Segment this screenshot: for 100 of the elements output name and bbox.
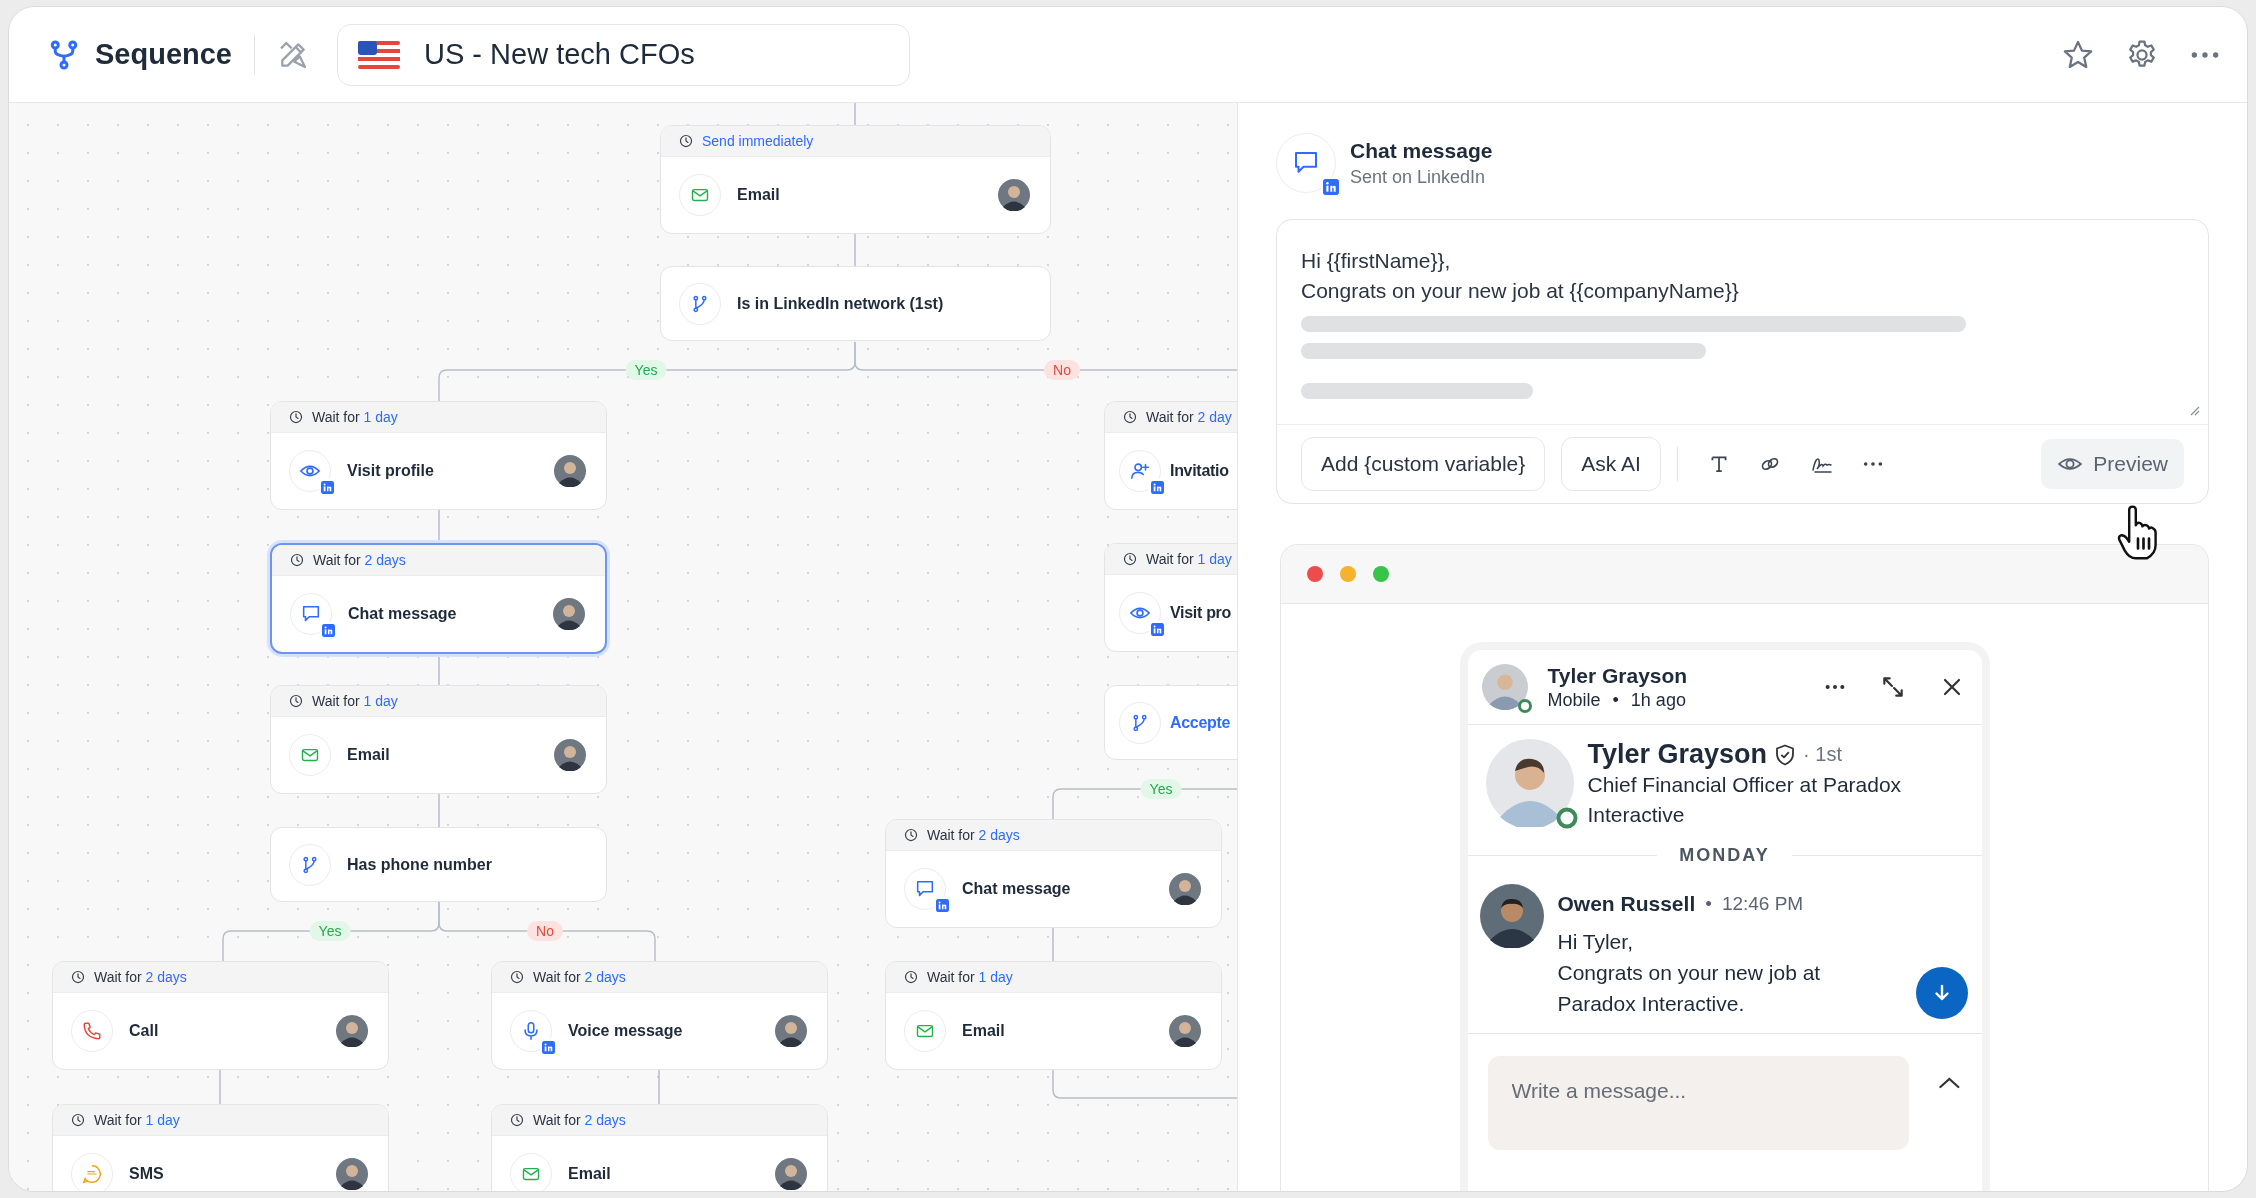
clock-icon	[904, 828, 918, 842]
avatar	[775, 1015, 807, 1047]
step-title: Chat message	[1350, 138, 1493, 163]
connection-degree: · 1st	[1803, 743, 1842, 766]
sequence-name-field[interactable]: US - New tech CFOs	[337, 23, 910, 86]
wait-text: Wait for 1 day	[94, 1112, 180, 1128]
step-card[interactable]: Is in LinkedIn network (1st)	[660, 266, 1051, 341]
clock-icon	[289, 410, 303, 424]
avatar	[1479, 884, 1544, 948]
avatar	[998, 179, 1030, 211]
connector-line	[438, 792, 440, 828]
branch-label: Yes	[1140, 779, 1182, 799]
clock-icon	[289, 694, 303, 708]
step-title: Email	[568, 1165, 612, 1183]
clock-icon	[510, 970, 524, 984]
more-icon[interactable]	[1823, 683, 1846, 691]
avatar	[554, 739, 586, 771]
step-title: Chat message	[348, 605, 458, 623]
wait-text: Wait for 1 day	[312, 409, 398, 425]
separator-dot: •	[1612, 689, 1619, 711]
step-title: Voice message	[568, 1022, 684, 1040]
step-card[interactable]: Wait for 1 day Email	[270, 685, 607, 794]
wait-text: Wait for 1 day	[1146, 551, 1232, 567]
toolbar-button[interactable]: Ask AI	[1561, 437, 1661, 491]
step-title: Email	[737, 186, 781, 204]
message-time: 12:46 PM	[1721, 893, 1804, 915]
avatar	[1169, 1015, 1201, 1047]
avatar	[336, 1158, 368, 1190]
flag-icon	[358, 40, 400, 69]
contact-name[interactable]: Tyler Grayson	[1547, 663, 1688, 688]
wait-text: Wait for 1 day	[927, 969, 1013, 985]
sender-name[interactable]: Owen Russell	[1557, 892, 1696, 916]
clock-icon	[1123, 410, 1137, 424]
resize-grip-icon[interactable]	[2188, 404, 2200, 416]
branch-label: No	[1044, 360, 1080, 380]
step-title: Call	[129, 1022, 160, 1040]
step-title: Email	[962, 1022, 1006, 1040]
step-card[interactable]: Wait for 2 days Voice message	[491, 961, 828, 1070]
step-title: Invitatio	[1170, 462, 1229, 480]
step-card[interactable]: Has phone number	[270, 827, 607, 902]
clock-icon	[71, 970, 85, 984]
step-card[interactable]: Accepte	[1104, 685, 1237, 760]
message-line[interactable]: Hi {{firstName}},	[1301, 246, 2184, 276]
step-card[interactable]: Wait for 1 day Visit pro	[1104, 543, 1237, 652]
message-line: Paradox Interactive.	[1557, 991, 1746, 1017]
branch-label: No	[527, 921, 563, 941]
wait-text: Wait for 2 days	[927, 827, 1020, 843]
clock-icon	[71, 1113, 85, 1127]
step-subtitle: Sent on LinkedIn	[1350, 166, 1487, 188]
message-line[interactable]: Congrats on your new job at {{companyName}}	[1301, 276, 2184, 306]
avatar	[775, 1158, 807, 1190]
separator-dot: •	[1705, 893, 1712, 915]
clock-icon	[510, 1113, 524, 1127]
wait-text: Wait for 2 days	[533, 969, 626, 985]
preview-button[interactable]: Preview	[2041, 439, 2184, 489]
step-card[interactable]: Wait for 2 days Chat message	[270, 543, 607, 654]
message-line: Congrats on your new job at	[1557, 960, 1821, 986]
toolbar-button[interactable]: Add {custom variable}	[1301, 437, 1546, 491]
connector-line	[658, 1068, 660, 1105]
connector-line	[854, 232, 856, 267]
step-card[interactable]: Wait for 2 days Email	[491, 1104, 828, 1191]
chevron-up-icon[interactable]	[1936, 1076, 1962, 1090]
avatar	[553, 598, 585, 630]
step-card[interactable]: Wait for 1 day SMS	[52, 1104, 389, 1191]
step-title: Email	[347, 746, 391, 764]
clock-icon	[1123, 552, 1137, 566]
connector-line	[219, 1068, 221, 1105]
branch-label: Yes	[309, 921, 351, 941]
last-seen: 1h ago	[1630, 689, 1686, 711]
step-card[interactable]: Send immediately Email	[660, 125, 1051, 234]
step-title: Accepte	[1170, 713, 1231, 732]
avatar	[336, 1015, 368, 1047]
scroll-down-button[interactable]	[1915, 967, 1968, 1019]
wait-text: Wait for 1 day	[312, 693, 398, 709]
step-card[interactable]: Wait for 2 days Chat message	[885, 819, 1222, 928]
sequence-logo-icon	[49, 39, 79, 70]
avatar	[1481, 664, 1528, 710]
step-title: Chat message	[962, 880, 1072, 898]
more-icon[interactable]	[1861, 460, 1884, 468]
step-card[interactable]: Wait for 2 day Invitatio	[1104, 401, 1237, 510]
profile-name[interactable]: Tyler Grayson	[1587, 739, 1768, 770]
clock-icon	[679, 134, 693, 148]
step-card[interactable]: Wait for 2 days Call	[52, 961, 389, 1070]
avatar	[554, 455, 586, 487]
branch-label: Yes	[625, 360, 667, 380]
avatar	[1169, 873, 1201, 905]
step-card[interactable]: Wait for 1 day Visit profile	[270, 401, 607, 510]
step-card[interactable]: Wait for 1 day Email	[885, 961, 1222, 1070]
step-title: Visit profile	[347, 462, 435, 480]
step-title: SMS	[129, 1165, 165, 1183]
step-title: Is in LinkedIn network (1st)	[737, 294, 945, 313]
wait-text: Wait for 2 days	[533, 1112, 626, 1128]
step-title: Has phone number	[347, 855, 493, 874]
wait-text: Wait for 2 days	[313, 552, 406, 568]
clock-icon	[290, 553, 304, 567]
wait-text: Send immediately	[702, 133, 814, 149]
clock-icon	[904, 970, 918, 984]
message-input[interactable]: Write a message...	[1487, 1056, 1909, 1150]
message-line: Hi Tyler,	[1557, 929, 1634, 955]
wait-text: Wait for 2 day	[1146, 409, 1232, 425]
